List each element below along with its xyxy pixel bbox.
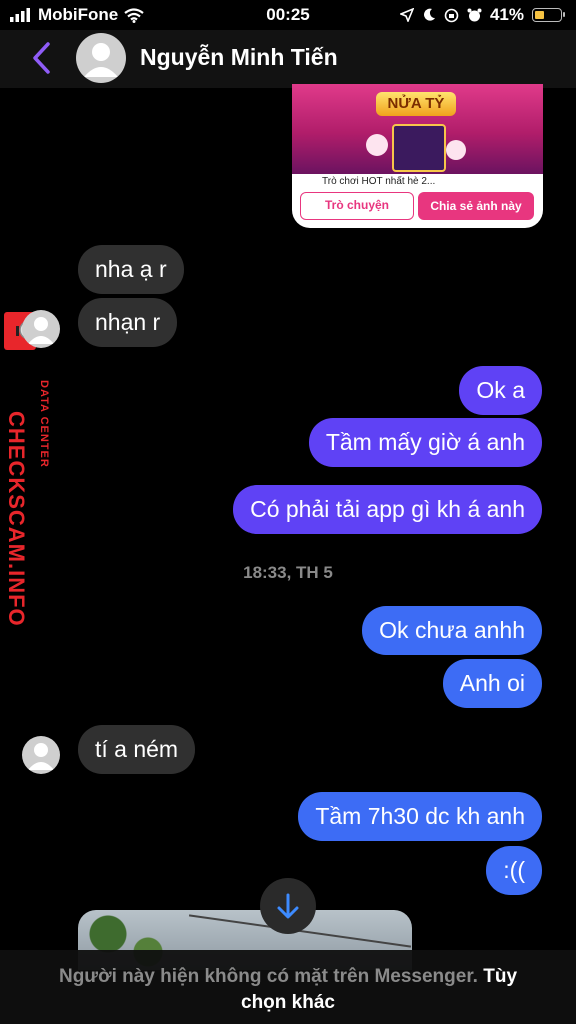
mascot-left — [366, 134, 388, 156]
battery-icon — [532, 8, 565, 22]
sender-avatar-small[interactable] — [22, 310, 60, 348]
mascot-right — [446, 140, 466, 160]
default-user-icon — [84, 43, 118, 77]
battery-percent: 41% — [489, 5, 524, 24]
more-options-link-line2[interactable]: chọn khác — [241, 992, 335, 1013]
status-bar: MobiFone 00:25 41% — [0, 0, 576, 30]
back-arrow-icon[interactable] — [30, 40, 52, 76]
slot-machine-graphic — [392, 124, 446, 172]
conversation-header: Nguyễn Minh Tiến — [0, 30, 576, 88]
message-outgoing[interactable]: :(( — [486, 846, 542, 895]
location-icon — [399, 8, 414, 22]
moon-icon — [423, 8, 435, 21]
rotation-lock-icon — [444, 8, 459, 22]
unavailable-notice: Người này hiện không có mặt trên Messeng… — [58, 966, 478, 987]
message-timestamp: 18:33, TH 5 — [243, 563, 333, 582]
unavailable-footer: Người này hiện không có mặt trên Messeng… — [0, 950, 576, 1024]
message-outgoing[interactable]: Anh oi — [442, 659, 542, 708]
sender-avatar-small[interactable] — [22, 736, 60, 774]
contact-avatar[interactable] — [76, 33, 126, 83]
message-outgoing[interactable]: Có phải tải app gì kh á anh — [233, 485, 542, 534]
message-incoming[interactable]: nha ạ r — [78, 245, 184, 294]
game-logo: NỬA TỶ — [376, 92, 456, 116]
message-outgoing[interactable]: Ok chưa anhh — [362, 606, 542, 655]
watermark-main: CHECKSCAM.INFO — [4, 411, 29, 627]
more-options-link[interactable]: Tùy — [483, 966, 517, 987]
message-outgoing[interactable]: Ok a — [459, 366, 542, 415]
shared-post-card[interactable]: NỬA TỶ Trò chơi HOT nhất hè 2... Trò chu… — [292, 84, 543, 228]
status-right: 41% — [399, 5, 565, 25]
chat-button[interactable]: Trò chuyện — [300, 192, 414, 220]
watermark-sub: DATA CENTER — [38, 380, 50, 468]
default-user-icon — [28, 743, 54, 770]
contact-name[interactable]: Nguyễn Minh Tiến — [140, 44, 338, 71]
shared-post-image: NỬA TỶ — [292, 84, 543, 174]
message-outgoing[interactable]: Tầm 7h30 dc kh anh — [298, 792, 542, 841]
scroll-to-bottom-button[interactable] — [260, 878, 316, 934]
alarm-icon — [467, 8, 482, 21]
battery-fill — [535, 11, 545, 19]
message-outgoing[interactable]: Tầm mấy giờ á anh — [308, 418, 542, 467]
share-image-button[interactable]: Chia sẻ ảnh này — [418, 192, 534, 220]
message-incoming[interactable]: nhạn r — [78, 298, 178, 347]
arrow-down-icon — [277, 893, 299, 919]
message-incoming[interactable]: tí a ném — [78, 725, 196, 774]
shared-post-caption: Trò chơi HOT nhất hè 2... — [322, 176, 436, 187]
default-user-icon — [28, 317, 54, 344]
